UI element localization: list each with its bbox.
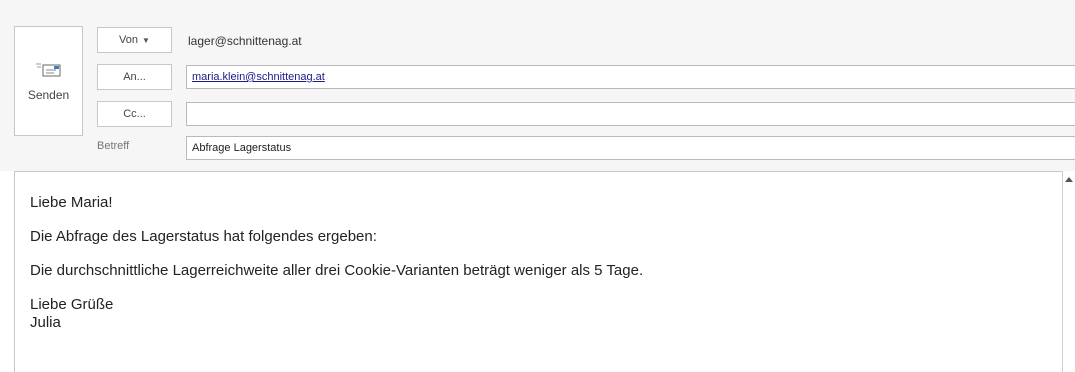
body-line-1: Die Abfrage des Lagerstatus hat folgende… bbox=[30, 228, 377, 245]
vertical-scrollbar[interactable] bbox=[1062, 171, 1075, 372]
subject-label: Betreff bbox=[97, 140, 130, 152]
from-button-label: Von bbox=[119, 34, 139, 46]
send-button[interactable]: Senden bbox=[14, 26, 83, 136]
from-address: lager@schnittenag.at bbox=[188, 34, 302, 48]
scroll-up-arrow-icon[interactable] bbox=[1065, 177, 1073, 182]
body-greeting: Liebe Maria! bbox=[30, 194, 113, 211]
send-mail-icon bbox=[35, 63, 60, 77]
recipient-chip[interactable]: maria.klein@schnittenag.at bbox=[192, 71, 325, 83]
subject-field[interactable]: Abfrage Lagerstatus bbox=[186, 136, 1075, 160]
message-body[interactable]: Liebe Maria! Die Abfrage des Lagerstatus… bbox=[14, 171, 1075, 372]
to-field[interactable]: maria.klein@schnittenag.at bbox=[186, 65, 1075, 89]
cc-button-label: Cc... bbox=[123, 108, 146, 120]
send-button-label: Senden bbox=[27, 88, 70, 102]
cc-button[interactable]: Cc... bbox=[97, 101, 172, 127]
cc-field[interactable] bbox=[186, 102, 1075, 126]
message-header: Senden Von ▼ lager@schnittenag.at An... … bbox=[0, 0, 1075, 171]
body-closing: Liebe Grüße bbox=[30, 296, 114, 313]
body-signature: Julia bbox=[30, 314, 61, 331]
chevron-down-icon: ▼ bbox=[142, 35, 150, 45]
message-body-text: Liebe Maria! Die Abfrage des Lagerstatus… bbox=[30, 194, 643, 332]
to-button[interactable]: An... bbox=[97, 64, 172, 90]
body-line-2: Die durchschnittliche Lagerreichweite al… bbox=[30, 262, 644, 279]
to-button-label: An... bbox=[123, 71, 146, 83]
from-button[interactable]: Von ▼ bbox=[97, 27, 172, 53]
